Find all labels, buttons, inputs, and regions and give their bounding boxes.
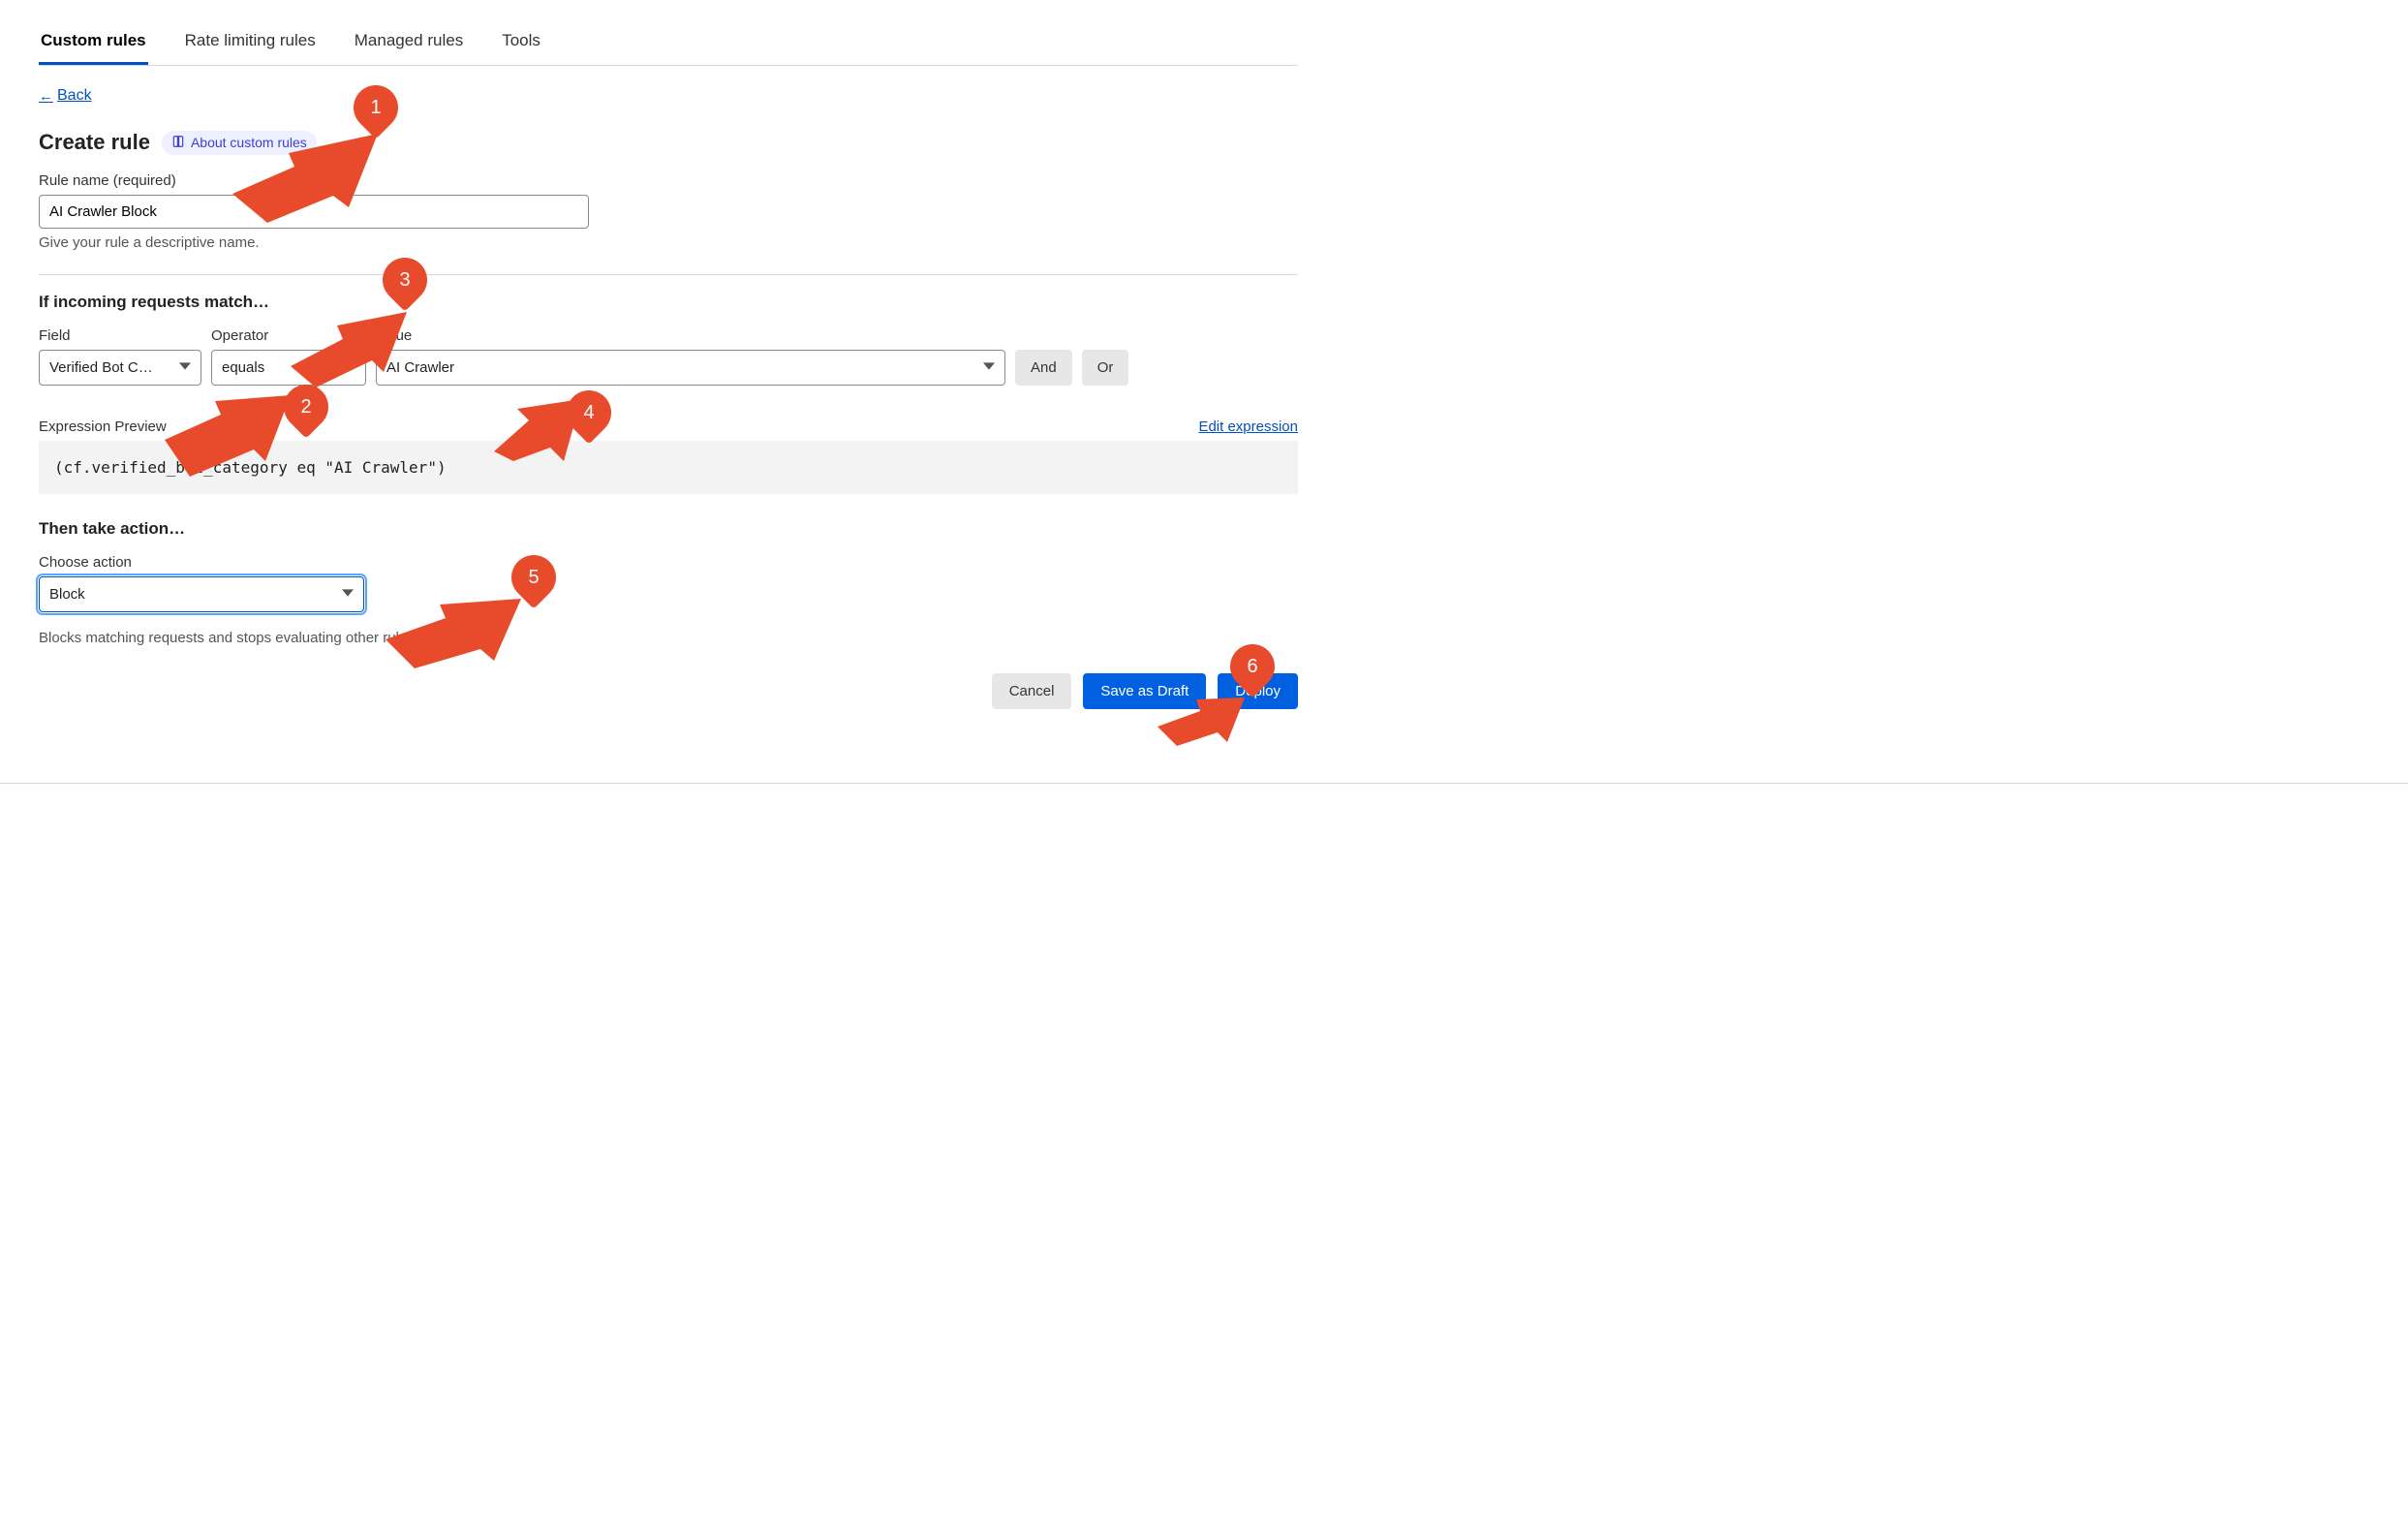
tab-tools[interactable]: Tools	[500, 25, 542, 65]
chevron-down-icon	[344, 359, 355, 376]
expression-preview-code: (cf.verified_bot_category eq "AI Crawler…	[39, 441, 1298, 494]
and-button[interactable]: And	[1015, 350, 1072, 386]
operator-select-value: equals	[222, 359, 264, 376]
rule-name-hint: Give your rule a descriptive name.	[39, 234, 1298, 251]
page-title: Create rule	[39, 130, 150, 155]
operator-column-label: Operator	[211, 327, 366, 344]
about-badge-label: About custom rules	[191, 135, 307, 150]
field-column-label: Field	[39, 327, 201, 344]
tab-rate-limiting[interactable]: Rate limiting rules	[183, 25, 318, 65]
rule-name-input[interactable]	[39, 195, 589, 229]
divider	[39, 274, 1298, 275]
book-icon	[171, 135, 185, 151]
tab-bar: Custom rules Rate limiting rules Managed…	[39, 25, 1298, 66]
tab-managed-rules[interactable]: Managed rules	[353, 25, 465, 65]
page-bottom-divider	[0, 783, 2408, 784]
edit-expression-link[interactable]: Edit expression	[1198, 418, 1298, 435]
action-select[interactable]: Block	[39, 576, 364, 612]
back-label: Back	[57, 87, 92, 105]
action-heading: Then take action…	[39, 519, 1298, 539]
back-link[interactable]: ← Back	[39, 87, 92, 105]
value-select[interactable]: AI Crawler	[376, 350, 1005, 386]
about-custom-rules-badge[interactable]: About custom rules	[162, 131, 317, 155]
cancel-button[interactable]: Cancel	[992, 673, 1072, 709]
value-column-label: Value	[376, 327, 1005, 344]
action-hint: Blocks matching requests and stops evalu…	[39, 630, 1298, 646]
or-button[interactable]: Or	[1082, 350, 1129, 386]
rule-name-label: Rule name (required)	[39, 172, 1298, 189]
chevron-down-icon	[179, 359, 191, 376]
tab-custom-rules[interactable]: Custom rules	[39, 25, 148, 65]
chevron-down-icon	[983, 359, 995, 376]
arrow-left-icon: ←	[39, 88, 53, 105]
match-heading: If incoming requests match…	[39, 293, 1298, 312]
field-select-value: Verified Bot C…	[49, 359, 153, 376]
choose-action-label: Choose action	[39, 554, 1298, 571]
expression-preview-label: Expression Preview	[39, 418, 167, 435]
save-draft-button[interactable]: Save as Draft	[1083, 673, 1206, 709]
chevron-down-icon	[342, 586, 354, 603]
action-select-value: Block	[49, 586, 85, 603]
value-select-value: AI Crawler	[386, 359, 454, 376]
operator-select[interactable]: equals	[211, 350, 366, 386]
field-select[interactable]: Verified Bot C…	[39, 350, 201, 386]
